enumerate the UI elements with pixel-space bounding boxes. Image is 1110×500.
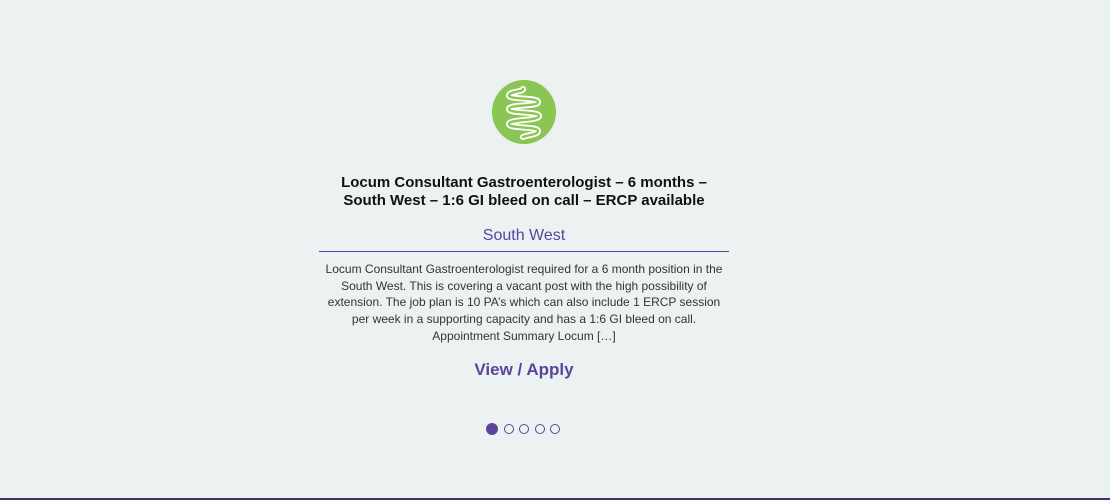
job-title-line-2: South West – 1:6 GI bleed on call – ERCP…: [343, 192, 705, 209]
view-apply-link[interactable]: View / Apply: [319, 359, 729, 381]
carousel-dot-5[interactable]: [550, 424, 560, 434]
carousel-dot-3[interactable]: [519, 424, 529, 434]
carousel-pagination: [486, 423, 566, 435]
job-title: Locum Consultant Gastroenterologist – 6 …: [319, 174, 729, 210]
job-description: Locum Consultant Gastroenterologist requ…: [325, 262, 723, 343]
intestine-icon: [492, 80, 556, 144]
divider: [319, 251, 729, 252]
job-location: South West: [482, 227, 566, 244]
carousel-dot-1[interactable]: [486, 423, 498, 435]
job-title-line-1: Locum Consultant Gastroenterologist – 6 …: [341, 174, 707, 191]
carousel-dot-4[interactable]: [534, 424, 545, 434]
carousel-dot-2[interactable]: [503, 424, 514, 434]
